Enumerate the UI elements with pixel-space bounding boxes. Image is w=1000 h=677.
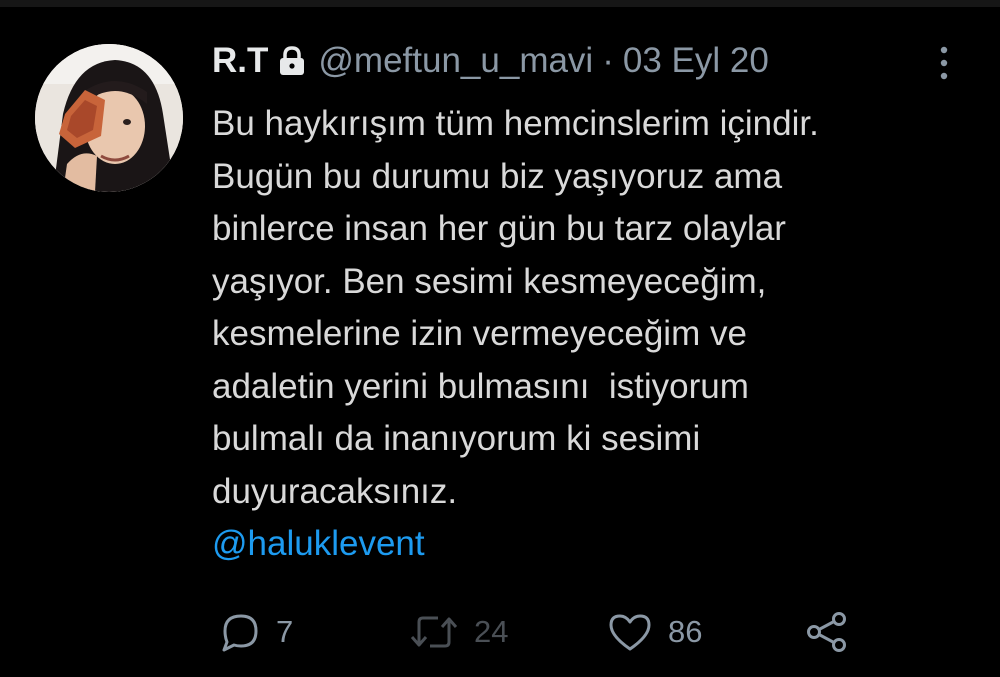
tweet-body-line: Bu haykırışım tüm hemcinslerim içindir. [212,104,819,143]
like-count: 86 [668,614,703,649]
reply-button[interactable]: 7 [218,607,293,657]
tweet-body-line: duyuracaksınız. [212,471,458,511]
tweet-body-line: binlerce insan her gün bu tarz olaylar [212,209,786,248]
header-separator: · [602,41,614,80]
more-vertical-icon[interactable] [930,45,958,81]
tweet-card[interactable]: R.T @meftun_u_mavi · 03 Eyl 20 Bu haykır… [0,7,1000,677]
retweet-count: 24 [474,614,509,649]
reply-count: 7 [276,614,294,649]
lock-icon [276,45,308,77]
tweet-date[interactable]: 03 Eyl 20 [623,41,769,81]
like-icon [606,610,654,654]
reply-icon [218,610,262,654]
tweet-body-line: bulmalı da inanıyorum ki sesimi [212,419,701,458]
share-icon [804,610,850,654]
tweet-body-line: yaşıyor. Ben sesimi kesmeyeceğim, [212,261,767,301]
top-divider [0,0,1000,7]
avatar[interactable] [35,44,183,192]
author-handle[interactable]: @meftun_u_mavi [318,41,593,81]
mention-link[interactable]: @haluklevent [212,518,972,571]
tweet-actions: 7 24 86 [212,607,892,657]
tweet-body: Bu haykırışım tüm hemcinslerim içindir. … [212,98,972,571]
tweet-body-line: adaletin yerini bulmasını istiyorum [212,366,749,406]
retweet-icon [408,610,460,654]
tweet-body-line: Bugün bu durumu biz yaşıyoruz ama [212,156,783,196]
author-name[interactable]: R.T [212,41,268,81]
tweet-header: R.T @meftun_u_mavi · 03 Eyl 20 [212,41,769,81]
retweet-button[interactable]: 24 [408,607,508,657]
share-button[interactable] [804,607,850,657]
tweet-body-line: kesmelerine izin vermeyeceğim ve [212,314,747,353]
like-button[interactable]: 86 [606,607,702,657]
